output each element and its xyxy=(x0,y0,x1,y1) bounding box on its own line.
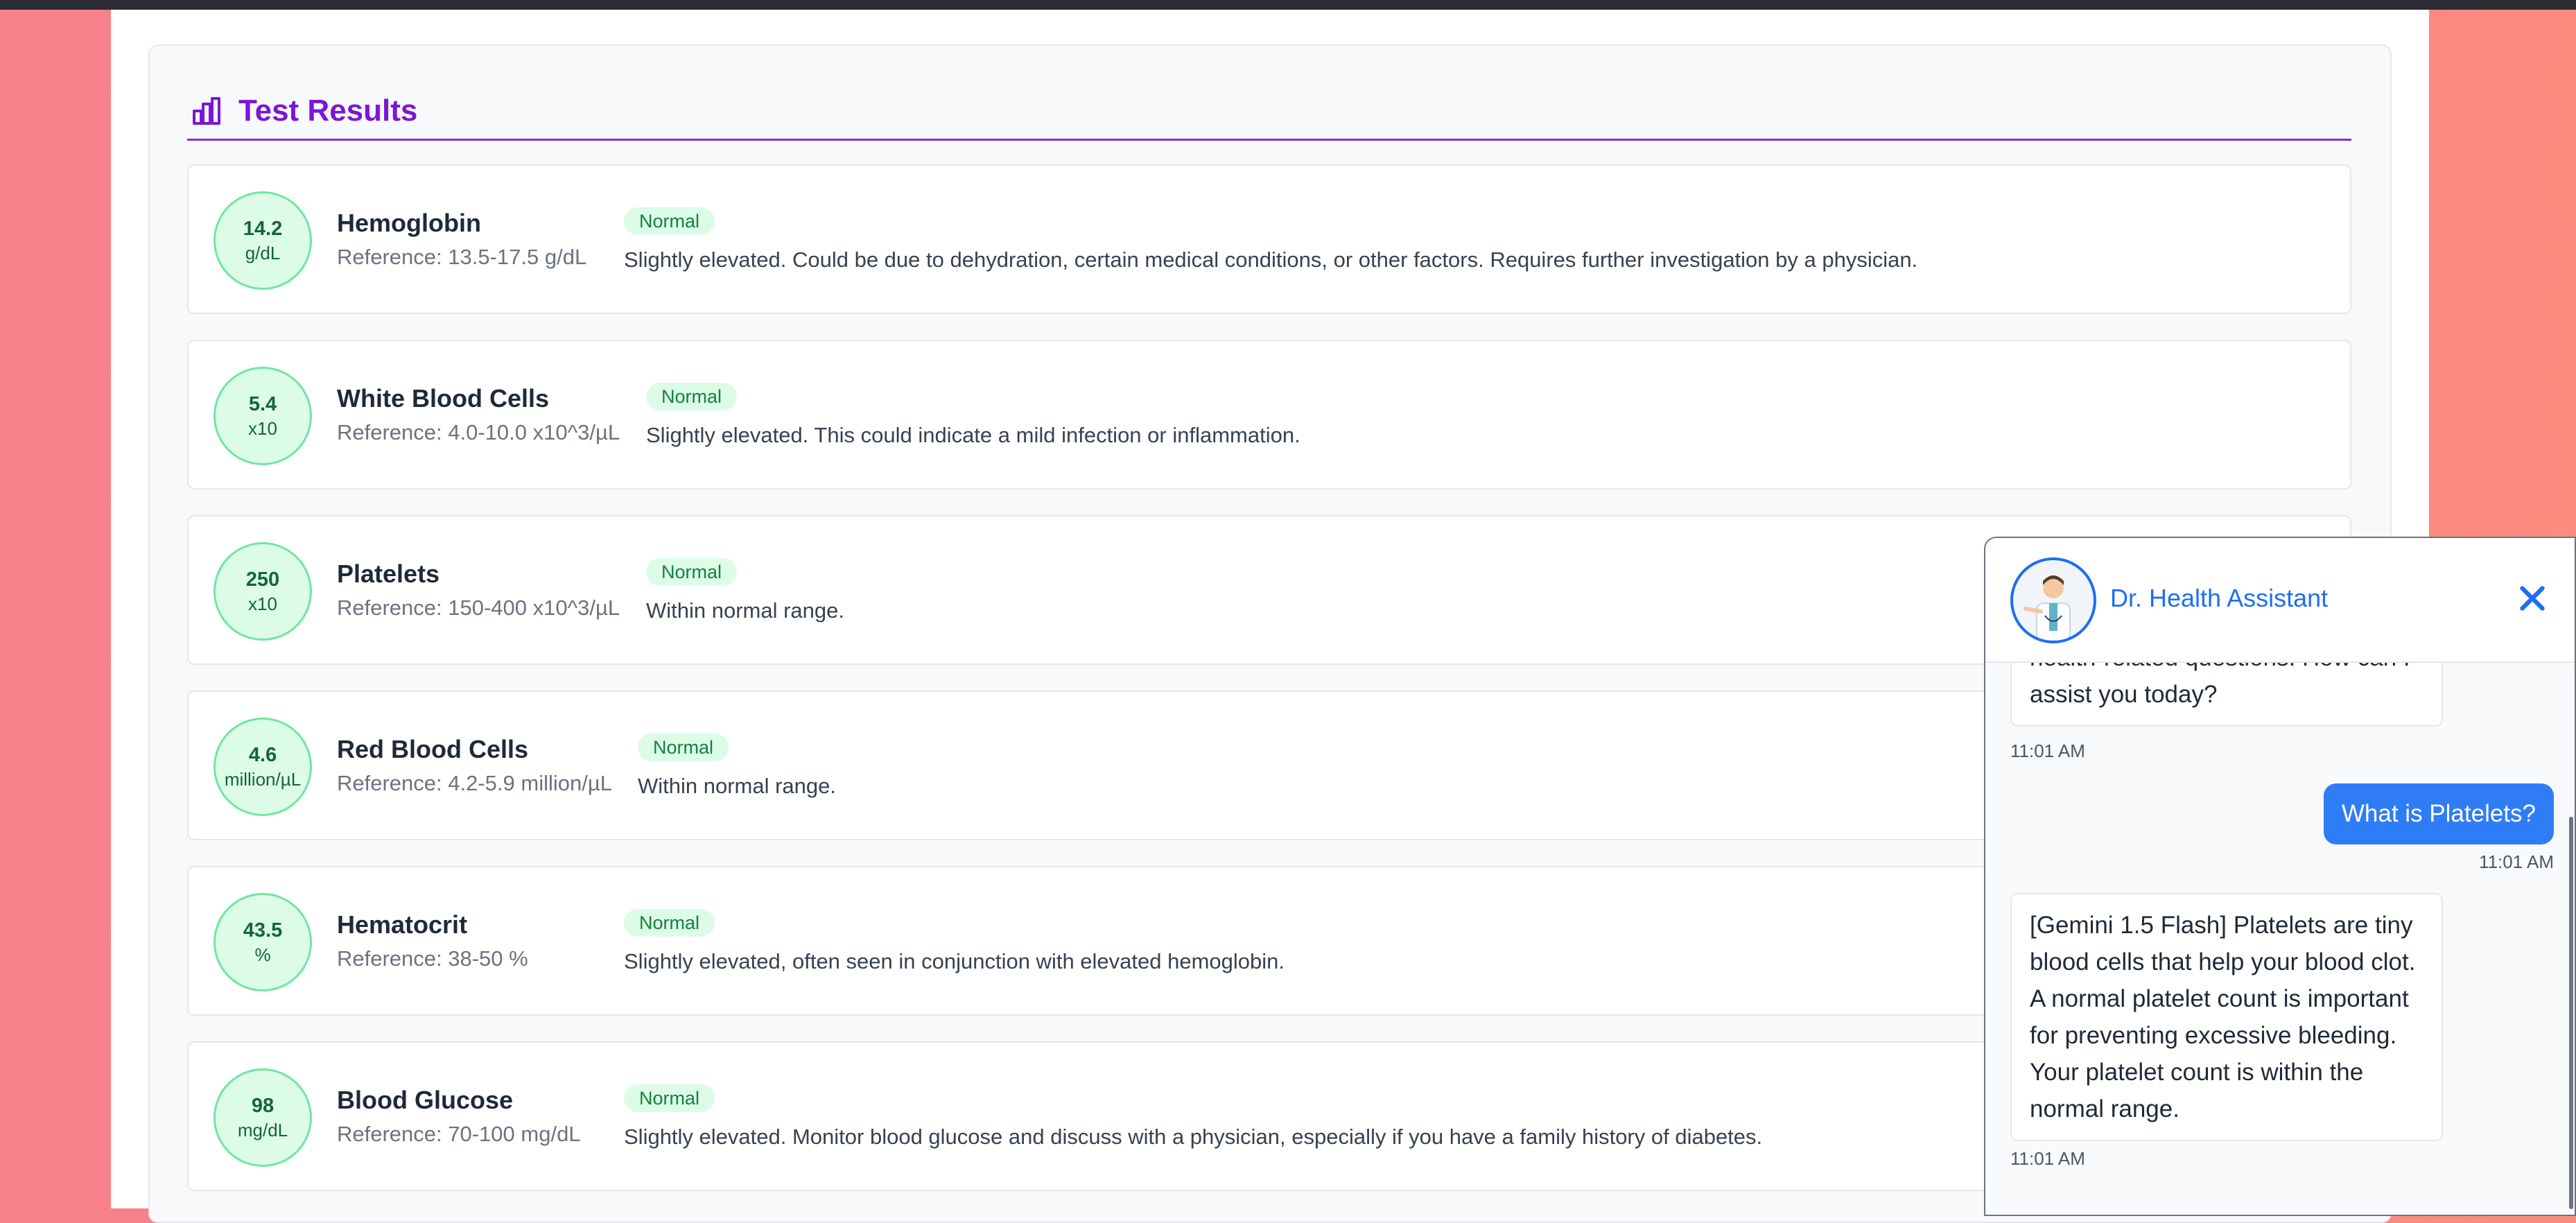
result-unit: % xyxy=(254,944,271,965)
section-header: Test Results xyxy=(187,83,2351,141)
result-reference: Reference: 70-100 mg/dL xyxy=(337,1122,581,1146)
chat-message-line: assist you today? xyxy=(2030,681,2218,708)
browser-top-bar xyxy=(0,0,2576,10)
result-value: 4.6 xyxy=(248,744,277,766)
result-name: Blood Glucose xyxy=(337,1086,514,1114)
result-unit: x10 xyxy=(248,418,277,439)
result-reference: Reference: 150-400 x10^3/µL xyxy=(337,596,620,620)
result-unit: million/µL xyxy=(224,769,302,790)
result-description: Slightly elevated, often seen in conjunc… xyxy=(624,949,1285,973)
status-badge: Normal xyxy=(624,207,715,235)
result-reference: Reference: 4.0-10.0 x10^3/µL xyxy=(337,420,620,444)
doctor-avatar xyxy=(2010,557,2096,643)
chat-header: Dr. Health Assistant xyxy=(1985,538,2575,663)
result-card-white-blood-cells: 5.4 x10 White Blood Cells Reference: 4.0… xyxy=(187,340,2351,489)
chat-message-bot: [Gemini 1.5 Flash] Platelets are tiny bl… xyxy=(2010,893,2443,1141)
result-value: 43.5 xyxy=(243,919,283,942)
result-value-circle: 14.2 g/dL xyxy=(214,191,312,290)
result-name: Red Blood Cells xyxy=(337,735,529,763)
result-value: 5.4 xyxy=(248,393,277,415)
result-card-hemoglobin: 14.2 g/dL Hemoglobin Reference: 13.5-17.… xyxy=(187,164,2351,314)
result-reference: Reference: 13.5-17.5 g/dL xyxy=(337,245,587,269)
chat-widget: health-related questions. How can I assi… xyxy=(1984,537,2576,1216)
result-unit: x10 xyxy=(248,593,277,614)
close-icon[interactable] xyxy=(2512,578,2552,618)
result-name: White Blood Cells xyxy=(337,384,549,413)
chat-timestamp: 11:01 AM xyxy=(2010,740,2085,761)
result-unit: g/dL xyxy=(245,243,281,263)
result-value: 98 xyxy=(251,1095,275,1117)
result-value: 14.2 xyxy=(243,218,283,240)
result-name: Platelets xyxy=(337,560,440,588)
result-value-circle: 43.5 % xyxy=(214,893,312,991)
chat-timestamp: 11:01 AM xyxy=(2479,851,2554,872)
chat-title: Dr. Health Assistant xyxy=(2110,584,2329,612)
status-badge: Normal xyxy=(624,1084,715,1112)
result-value-circle: 98 mg/dL xyxy=(214,1068,312,1167)
result-unit: mg/dL xyxy=(237,1120,288,1140)
result-name: Hemoglobin xyxy=(337,209,481,237)
result-description: Within normal range. xyxy=(646,598,845,623)
result-reference: Reference: 38-50 % xyxy=(337,946,528,971)
chat-message-user: What is Platelets? xyxy=(2323,783,2554,844)
chat-timestamp: 11:01 AM xyxy=(2010,1148,2085,1169)
section-title: Test Results xyxy=(238,94,418,128)
chat-scrollbar[interactable] xyxy=(2569,817,2573,1209)
result-reference: Reference: 4.2-5.9 million/µL xyxy=(337,771,612,795)
result-value-circle: 4.6 million/µL xyxy=(214,718,312,816)
result-description: Within normal range. xyxy=(638,774,837,798)
result-value: 250 xyxy=(245,569,280,591)
result-description: Slightly elevated. This could indicate a… xyxy=(646,423,1300,447)
status-badge: Normal xyxy=(624,909,715,937)
doctor-avatar-illustration xyxy=(2024,575,2071,641)
status-badge: Normal xyxy=(638,734,729,761)
result-name: Hematocrit xyxy=(337,910,468,939)
result-value-circle: 250 x10 xyxy=(214,542,312,641)
status-badge: Normal xyxy=(646,558,738,586)
result-value-circle: 5.4 x10 xyxy=(214,367,312,465)
bar-chart-icon xyxy=(193,97,220,125)
status-badge: Normal xyxy=(646,383,738,410)
result-description: Slightly elevated. Could be due to dehyd… xyxy=(624,248,1918,272)
result-description: Slightly elevated. Monitor blood glucose… xyxy=(624,1125,1763,1149)
